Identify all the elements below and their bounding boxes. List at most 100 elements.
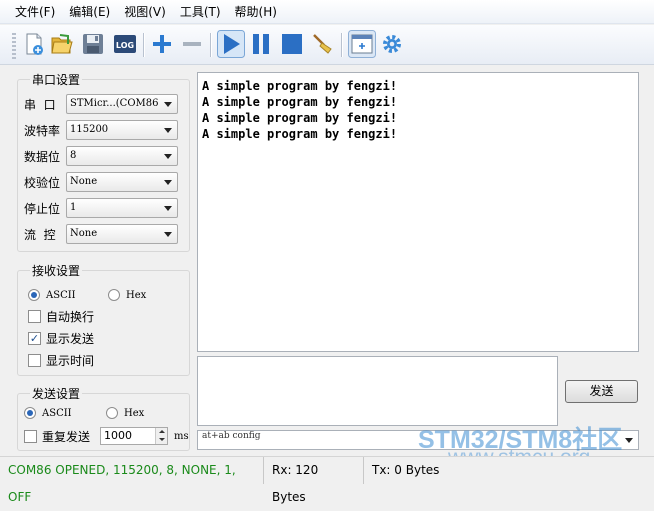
stop-bits-value: 1 — [70, 202, 77, 213]
receive-settings-panel: 接收设置 ASCII Hex 自动换行 ✓ 显示发送 显示时间 — [17, 262, 190, 376]
baud-row: 波特率 115200 — [24, 120, 178, 140]
broom-icon[interactable] — [311, 32, 335, 56]
parity-select[interactable]: None — [66, 172, 178, 192]
receive-hex-label: Hex — [126, 289, 147, 301]
new-file-icon[interactable] — [22, 32, 46, 56]
data-bits-select[interactable]: 8 — [66, 146, 178, 166]
flow-row: 流 控 None — [24, 224, 178, 244]
chevron-down-icon — [164, 102, 172, 107]
menu-file[interactable]: 文件(F) — [8, 1, 62, 23]
log-icon[interactable]: LOG — [113, 32, 137, 56]
chevron-down-icon — [164, 232, 172, 237]
toolbar: LOG — [0, 25, 654, 65]
command-value: at+ab config — [202, 431, 261, 441]
plus-icon[interactable] — [150, 32, 174, 56]
pause-icon[interactable] — [249, 32, 273, 56]
play-icon[interactable] — [217, 30, 245, 58]
toolbar-separator — [210, 33, 211, 57]
menu-edit[interactable]: 编辑(E) — [62, 1, 117, 23]
serial-settings-panel: 串口设置 串 口 STMicr...(COM86 波特率 115200 数据位 … — [17, 71, 190, 252]
minus-icon[interactable] — [180, 32, 204, 56]
toolbar-separator — [143, 33, 144, 57]
connection-status: COM86 OPENED, 115200, 8, NONE, 1, OFF — [0, 456, 264, 504]
send-hex-radio[interactable] — [106, 407, 118, 419]
repeat-send-row: 重复发送 1000 ms — [24, 426, 189, 446]
port-value: STMicr...(COM86 — [70, 98, 159, 109]
menu-view[interactable]: 视图(V) — [117, 1, 173, 23]
stepper-up-icon[interactable] — [155, 428, 167, 436]
receive-line: A simple program by fengzi! — [202, 111, 398, 125]
port-label: 串 口 — [24, 97, 56, 112]
stop-icon[interactable] — [280, 32, 304, 56]
chevron-down-icon — [164, 128, 172, 133]
show-send-row: ✓ 显示发送 — [28, 328, 94, 348]
rx-count: Rx: 120 Bytes — [264, 456, 364, 504]
menu-help[interactable]: 帮助(H) — [228, 1, 284, 23]
stepper-down-icon[interactable] — [155, 436, 167, 444]
show-send-checkbox[interactable]: ✓ — [28, 331, 41, 345]
repeat-send-checkbox[interactable] — [24, 429, 37, 443]
receive-textarea[interactable]: A simple program by fengzi! A simple prog… — [197, 72, 639, 352]
window-icon[interactable] — [348, 30, 376, 58]
chevron-down-icon — [625, 438, 633, 443]
stop-bits-row: 停止位 1 — [24, 198, 178, 218]
send-ascii-radio[interactable] — [24, 407, 36, 419]
stop-bits-label: 停止位 — [24, 201, 61, 216]
receive-settings-title: 接收设置 — [30, 262, 83, 279]
send-hex-label: Hex — [124, 407, 145, 419]
send-textarea[interactable] — [197, 356, 558, 426]
repeat-interval-value: 1000 — [104, 429, 132, 442]
auto-newline-checkbox[interactable] — [28, 309, 41, 323]
chevron-down-icon — [164, 154, 172, 159]
receive-line: A simple program by fengzi! — [202, 95, 398, 109]
auto-newline-label: 自动换行 — [46, 309, 95, 324]
show-time-label: 显示时间 — [46, 353, 95, 368]
baud-value: 115200 — [70, 124, 109, 135]
serial-settings-title: 串口设置 — [30, 71, 83, 88]
send-format-row: ASCII Hex — [24, 403, 144, 423]
toolbar-grip[interactable] — [12, 33, 16, 59]
show-time-row: 显示时间 — [28, 350, 94, 370]
send-ascii-label: ASCII — [42, 407, 72, 419]
menu-bar: 文件(F) 编辑(E) 视图(V) 工具(T) 帮助(H) — [0, 0, 654, 24]
data-bits-label: 数据位 — [24, 149, 61, 164]
receive-line: A simple program by fengzi! — [202, 79, 398, 93]
gear-icon[interactable] — [380, 32, 404, 56]
parity-value: None — [70, 176, 98, 187]
parity-label: 校验位 — [24, 175, 61, 190]
repeat-send-label: 重复发送 — [42, 429, 91, 444]
baud-label: 波特率 — [24, 123, 61, 138]
auto-newline-row: 自动换行 — [28, 306, 94, 326]
toolbar-separator — [341, 33, 342, 57]
stop-bits-select[interactable]: 1 — [66, 198, 178, 218]
menu-tools[interactable]: 工具(T) — [173, 1, 228, 23]
parity-row: 校验位 None — [24, 172, 178, 192]
flow-label: 流 控 — [24, 227, 56, 242]
repeat-interval-stepper[interactable]: 1000 — [100, 427, 168, 445]
send-button[interactable]: 发送 — [565, 380, 638, 403]
flow-value: None — [70, 228, 98, 239]
log-icon-label: LOG — [116, 41, 134, 50]
save-icon[interactable] — [81, 32, 105, 56]
receive-line: A simple program by fengzi! — [202, 127, 398, 141]
baud-select[interactable]: 115200 — [66, 120, 178, 140]
port-select[interactable]: STMicr...(COM86 — [66, 94, 178, 114]
receive-hex-radio[interactable] — [108, 289, 120, 301]
show-send-label: 显示发送 — [46, 331, 95, 346]
chevron-down-icon — [164, 206, 172, 211]
receive-ascii-radio[interactable] — [28, 289, 40, 301]
receive-ascii-label: ASCII — [46, 289, 76, 301]
port-row: 串 口 STMicr...(COM86 — [24, 94, 178, 114]
tx-count: Tx: 0 Bytes — [372, 462, 440, 477]
receive-format-row: ASCII Hex — [28, 285, 146, 305]
data-bits-row: 数据位 8 — [24, 146, 178, 166]
chevron-down-icon — [164, 180, 172, 185]
send-settings-panel: 发送设置 ASCII Hex 重复发送 1000 ms — [17, 385, 190, 451]
show-time-checkbox[interactable] — [28, 353, 41, 367]
send-settings-title: 发送设置 — [30, 385, 83, 402]
interval-unit: ms — [174, 430, 189, 442]
flow-select[interactable]: None — [66, 224, 178, 244]
data-bits-value: 8 — [70, 150, 77, 161]
status-bar: COM86 OPENED, 115200, 8, NONE, 1, OFF Rx… — [0, 456, 654, 504]
open-folder-icon[interactable] — [50, 32, 74, 56]
